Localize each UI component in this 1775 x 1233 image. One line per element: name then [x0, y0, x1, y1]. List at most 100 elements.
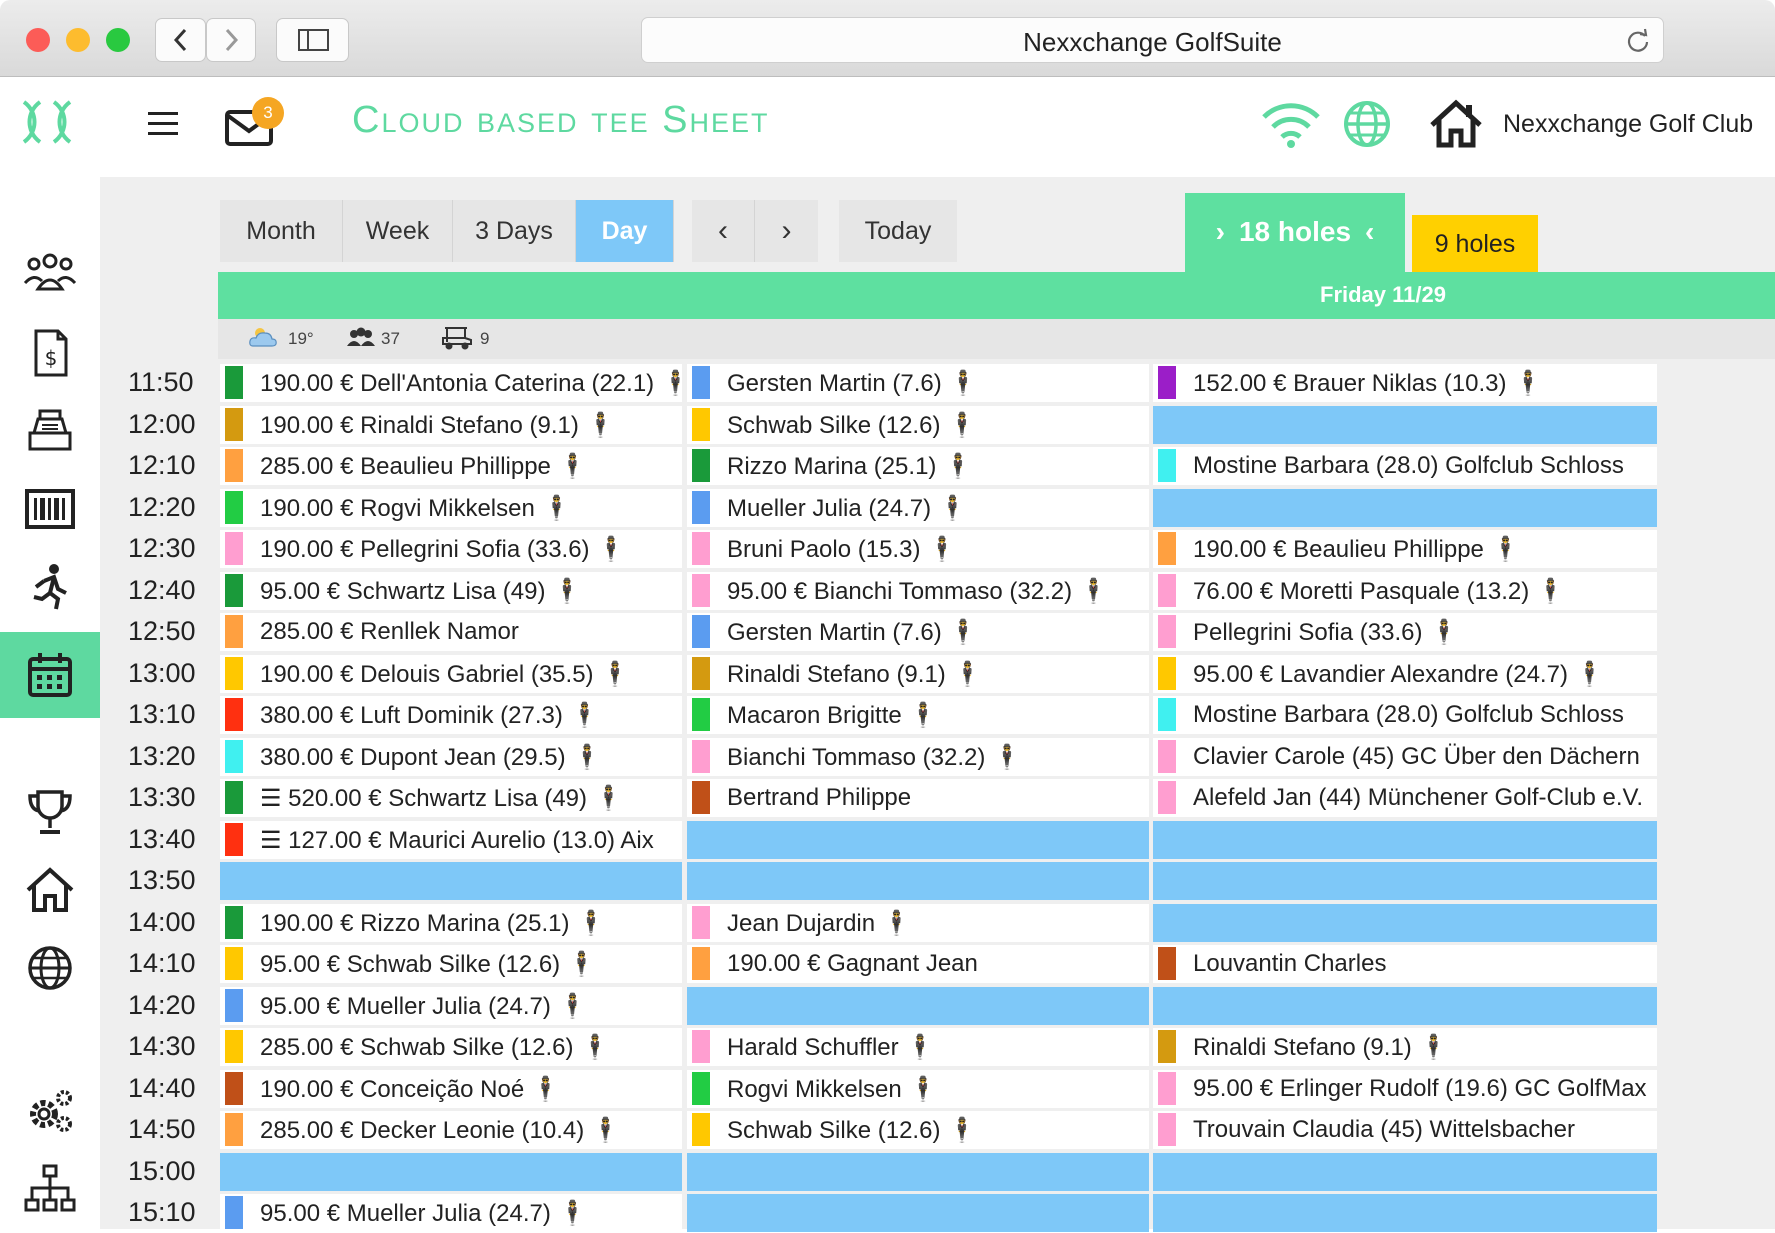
booking-slot[interactable]: 190.00 € Rizzo Marina (25.1) 🕴: [220, 904, 682, 942]
booking-slot[interactable]: Gersten Martin (7.6) 🕴: [687, 364, 1149, 402]
booking-slot[interactable]: Pellegrini Sofia (33.6) 🕴: [1153, 613, 1657, 651]
zoom-window-button[interactable]: [106, 28, 130, 52]
settings-gears-icon[interactable]: [22, 1082, 78, 1138]
empty-slot[interactable]: [687, 821, 1149, 859]
booking-slot[interactable]: Rinaldi Stefano (9.1) 🕴: [687, 655, 1149, 693]
booking-slot[interactable]: 95.00 € Schwartz Lisa (49) 🕴: [220, 572, 682, 610]
empty-slot[interactable]: [687, 987, 1149, 1025]
booking-slot[interactable]: 95.00 € Mueller Julia (24.7) 🕴: [220, 987, 682, 1025]
booking-slot[interactable]: Alefeld Jan (44) Münchener Golf-Club e.V…: [1153, 779, 1657, 817]
empty-slot[interactable]: [1153, 904, 1657, 942]
view-month-button[interactable]: Month: [220, 200, 343, 262]
empty-slot[interactable]: [1153, 987, 1657, 1025]
booking-slot[interactable]: 152.00 € Brauer Niklas (10.3) 🕴: [1153, 364, 1657, 402]
booking-slot[interactable]: 380.00 € Luft Dominik (27.3) 🕴: [220, 696, 682, 734]
forward-button[interactable]: [206, 18, 256, 62]
club-home-icon[interactable]: [1428, 99, 1484, 149]
booking-slot[interactable]: Clavier Carole (45) GC Über den Dächern: [1153, 738, 1657, 776]
view-week-button[interactable]: Week: [343, 200, 453, 262]
booking-slot[interactable]: Schwab Silke (12.6) 🕴: [687, 1111, 1149, 1149]
booking-slot[interactable]: Trouvain Claudia (45) Wittelsbacher: [1153, 1111, 1657, 1149]
booking-slot[interactable]: ☰ 127.00 € Maurici Aurelio (13.0) Aix: [220, 821, 682, 859]
empty-slot[interactable]: [687, 862, 1149, 900]
today-button[interactable]: Today: [839, 200, 957, 262]
booking-slot[interactable]: Macaron Brigitte 🕴: [687, 696, 1149, 734]
booking-slot[interactable]: Harald Schuffler 🕴: [687, 1028, 1149, 1066]
members-icon[interactable]: [22, 247, 78, 303]
mail-button[interactable]: 3: [222, 97, 292, 157]
booking-slot[interactable]: Mostine Barbara (28.0) Golfclub Schloss: [1153, 696, 1657, 734]
view-3days-button[interactable]: 3 Days: [453, 200, 576, 262]
minimize-window-button[interactable]: [66, 28, 90, 52]
carts-count: 9: [480, 329, 490, 348]
cash-register-icon[interactable]: [22, 403, 78, 459]
hamburger-menu-icon[interactable]: [148, 110, 178, 138]
booking-slot[interactable]: 190.00 € Gagnant Jean: [687, 945, 1149, 983]
empty-slot[interactable]: [1153, 821, 1657, 859]
booking-slot[interactable]: Bruni Paolo (15.3) 🕴: [687, 530, 1149, 568]
sidebar-toggle-button[interactable]: [276, 18, 349, 62]
home-icon[interactable]: [22, 862, 78, 918]
empty-slot[interactable]: [1153, 406, 1657, 444]
barcode-icon[interactable]: [22, 481, 78, 537]
booking-slot[interactable]: Rogvi Mikkelsen 🕴: [687, 1070, 1149, 1108]
booking-slot[interactable]: 285.00 € Renllek Namor: [220, 613, 682, 651]
empty-slot[interactable]: [220, 1153, 682, 1191]
booking-slot[interactable]: 95.00 € Bianchi Tommaso (32.2) 🕴: [687, 572, 1149, 610]
booking-slot[interactable]: 190.00 € Dell'Antonia Caterina (22.1) 🕴: [220, 364, 682, 402]
booking-slot[interactable]: Rizzo Marina (25.1) 🕴: [687, 447, 1149, 485]
calendar-icon[interactable]: [22, 647, 78, 703]
back-button[interactable]: [155, 18, 206, 62]
tab-18-holes[interactable]: › 18 holes ‹: [1185, 193, 1405, 273]
booking-slot[interactable]: 190.00 € Rogvi Mikkelsen 🕴: [220, 489, 682, 527]
booking-slot[interactable]: 285.00 € Beaulieu Phillippe 🕴: [220, 447, 682, 485]
empty-slot[interactable]: [687, 1194, 1149, 1232]
club-name[interactable]: Nexxchange Golf Club: [1503, 110, 1753, 139]
reload-icon[interactable]: [1625, 28, 1651, 54]
view-day-button[interactable]: Day: [576, 200, 674, 262]
booking-slot[interactable]: 285.00 € Schwab Silke (12.6) 🕴: [220, 1028, 682, 1066]
booking-slot[interactable]: 95.00 € Mueller Julia (24.7) 🕴: [220, 1194, 682, 1232]
prev-day-button[interactable]: ‹: [692, 200, 755, 262]
org-chart-icon[interactable]: [22, 1162, 78, 1218]
booking-slot[interactable]: 95.00 € Lavandier Alexandre (24.7) 🕴: [1153, 655, 1657, 693]
booking-slot[interactable]: ☰ 520.00 € Schwartz Lisa (49) 🕴: [220, 779, 682, 817]
tab-9-holes[interactable]: 9 holes: [1412, 215, 1538, 273]
booking-slot[interactable]: 95.00 € Erlinger Rudolf (19.6) GC GolfMa…: [1153, 1070, 1657, 1108]
booking-slot[interactable]: 380.00 € Dupont Jean (29.5) 🕴: [220, 738, 682, 776]
close-window-button[interactable]: [26, 28, 50, 52]
booking-slot[interactable]: Schwab Silke (12.6) 🕴: [687, 406, 1149, 444]
trophy-icon[interactable]: [22, 784, 78, 840]
booking-slot[interactable]: Gersten Martin (7.6) 🕴: [687, 613, 1149, 651]
booking-slot[interactable]: Louvantin Charles: [1153, 945, 1657, 983]
wifi-icon[interactable]: [1260, 99, 1322, 149]
booking-slot[interactable]: 190.00 € Conceição Noé 🕴: [220, 1070, 682, 1108]
nexxchange-logo-icon[interactable]: [18, 97, 76, 147]
empty-slot[interactable]: [687, 1153, 1149, 1191]
empty-slot[interactable]: [1153, 1153, 1657, 1191]
booking-slot[interactable]: 285.00 € Decker Leonie (10.4) 🕴: [220, 1111, 682, 1149]
booking-slot[interactable]: 190.00 € Beaulieu Phillippe 🕴: [1153, 530, 1657, 568]
booking-slot[interactable]: Mostine Barbara (28.0) Golfclub Schloss: [1153, 447, 1657, 485]
globe-icon[interactable]: [1342, 99, 1392, 149]
booking-slot[interactable]: Mueller Julia (24.7) 🕴: [687, 489, 1149, 527]
invoice-icon[interactable]: $: [22, 325, 78, 381]
address-bar[interactable]: Nexxchange GolfSuite: [641, 17, 1664, 63]
globe-nav-icon[interactable]: [22, 940, 78, 996]
tee-time-label: 12:20: [128, 492, 196, 522]
booking-slot[interactable]: 190.00 € Rinaldi Stefano (9.1) 🕴: [220, 406, 682, 444]
runner-icon[interactable]: [22, 559, 78, 615]
booking-slot[interactable]: Bertrand Philippe: [687, 779, 1149, 817]
booking-slot[interactable]: 190.00 € Delouis Gabriel (35.5) 🕴: [220, 655, 682, 693]
booking-slot[interactable]: Bianchi Tommaso (32.2) 🕴: [687, 738, 1149, 776]
empty-slot[interactable]: [1153, 489, 1657, 527]
booking-slot[interactable]: 76.00 € Moretti Pasquale (13.2) 🕴: [1153, 572, 1657, 610]
booking-slot[interactable]: Rinaldi Stefano (9.1) 🕴: [1153, 1028, 1657, 1066]
booking-slot[interactable]: 95.00 € Schwab Silke (12.6) 🕴: [220, 945, 682, 983]
booking-slot[interactable]: Jean Dujardin 🕴: [687, 904, 1149, 942]
next-day-button[interactable]: ›: [755, 200, 818, 262]
empty-slot[interactable]: [1153, 1194, 1657, 1232]
empty-slot[interactable]: [220, 862, 682, 900]
empty-slot[interactable]: [1153, 862, 1657, 900]
booking-slot[interactable]: 190.00 € Pellegrini Sofia (33.6) 🕴: [220, 530, 682, 568]
